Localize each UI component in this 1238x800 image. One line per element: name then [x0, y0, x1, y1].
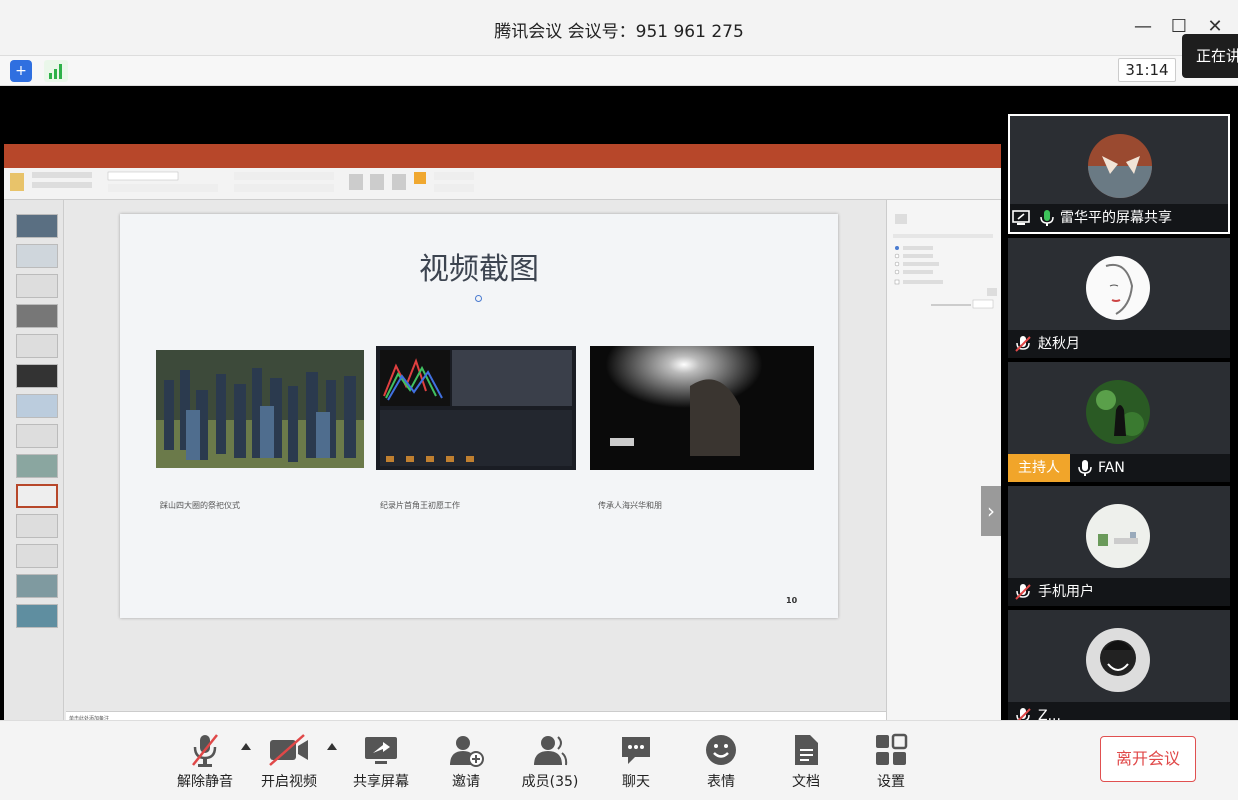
participant-tile-1[interactable]: 雷华平的屏幕共享 [1008, 114, 1230, 234]
participant-name: Z... [1038, 708, 1061, 720]
chat-button[interactable]: 聊天 [601, 733, 671, 793]
slide-thumb-6[interactable] [16, 364, 58, 388]
participant-namebar: 赵秋月 [1008, 330, 1230, 358]
ribbon-controls [10, 171, 474, 192]
meeting-timer: 31:14 [1118, 58, 1176, 82]
ppt-ribbon-tabs: 开始插入设计切换动画幻灯片放映审阅视图 [4, 158, 1001, 175]
participant-tile-4[interactable]: 手机用户 [1008, 486, 1230, 606]
chevron-right-icon[interactable]: › [981, 486, 1001, 536]
slide-thumb-4[interactable] [16, 304, 58, 328]
avatar [1088, 134, 1152, 198]
caption-3: 传承人海兴华和朋 [598, 501, 662, 510]
caption-1: 踩山四大圈的祭祀仪式 [160, 501, 240, 510]
emoji-button[interactable]: 表情 [686, 733, 756, 793]
powerpoint-window: 开始插入设计切换动画幻灯片放映审阅视图 [4, 144, 1001, 791]
participant-namebar: FAN [1070, 454, 1230, 482]
grid-icon [876, 733, 908, 765]
slide-thumb-14[interactable] [16, 604, 58, 628]
participant-namebar: 雷华平的屏幕共享 [1010, 204, 1228, 232]
meeting-toolbar: 解除静音 开启视频 共享屏幕 邀请 成员(35) 聊天 表情 文档 设置 离开会… [0, 720, 1238, 800]
title-bar: 腾讯会议 会议号：951 961 275 — ☐ ✕ [0, 0, 1238, 56]
ppt-ribbon [4, 168, 1001, 200]
slide-thumb-13[interactable] [16, 574, 58, 598]
window-title: 腾讯会议 会议号：951 961 275 [494, 22, 744, 42]
participant-namebar: 手机用户 [1008, 578, 1230, 606]
avatar [1086, 256, 1150, 320]
shared-screen: 开始插入设计切换动画幻灯片放映审阅视图 [0, 86, 1004, 791]
caption-2: 纪录片首角王初愿工作 [380, 501, 460, 510]
mic-muted-icon [1015, 336, 1031, 352]
shield-icon[interactable]: + [10, 60, 32, 82]
slide-canvas: 视频截图 踩山四大圈的祭祀仪式 纪录片首角王初愿工作 传承人海兴华和朋 10 [66, 200, 886, 710]
host-badge: 主持人 [1008, 454, 1070, 482]
add-user-icon [450, 736, 484, 767]
start-video-button[interactable]: 开启视频 [254, 733, 324, 793]
ritual-photo [156, 350, 364, 468]
participant-tile-3[interactable]: 主持人 FAN [1008, 362, 1230, 482]
chat-icon [622, 737, 650, 764]
mic-muted-icon [1016, 708, 1031, 720]
slide-thumb-3[interactable] [16, 274, 58, 298]
members-icon [534, 736, 568, 766]
mic-icon [1078, 460, 1092, 476]
slide-thumbnails[interactable] [4, 200, 64, 780]
invite-button[interactable]: 邀请 [431, 733, 501, 793]
screen-share-icon [1012, 210, 1030, 225]
share-screen-icon [365, 737, 397, 764]
speaking-indicator: 正在讲 [1182, 34, 1238, 78]
members-button[interactable]: 成员(35) [515, 733, 585, 793]
mic-muted-icon [1015, 584, 1031, 600]
slide-thumb-5[interactable] [16, 334, 58, 358]
leave-meeting-button[interactable]: 离开会议 [1100, 736, 1196, 782]
participant-name: FAN [1098, 460, 1125, 476]
participant-name: 雷华平的屏幕共享 [1060, 210, 1172, 226]
slide-thumb-8[interactable] [16, 424, 58, 448]
slide-thumb-11[interactable] [16, 514, 58, 538]
participant-tile-5[interactable]: Z... [1008, 610, 1230, 720]
avatar [1086, 380, 1150, 444]
slide-thumb-9[interactable] [16, 454, 58, 478]
settings-button[interactable]: 设置 [856, 733, 926, 793]
camera-off-icon [269, 734, 308, 766]
lamp-photo [590, 346, 814, 470]
share-screen-button[interactable]: 共享屏幕 [346, 733, 416, 793]
participant-tile-2[interactable]: 赵秋月 [1008, 238, 1230, 358]
participant-namebar: Z... [1008, 702, 1230, 720]
audio-options-icon[interactable] [241, 743, 251, 750]
slide-thumb-2[interactable] [16, 244, 58, 268]
docs-button[interactable]: 文档 [771, 733, 841, 793]
minimize-button[interactable]: — [1132, 16, 1154, 38]
slide-title: 视频截图 [419, 252, 539, 287]
format-pane-controls [893, 214, 997, 309]
slide-thumb-12[interactable] [16, 544, 58, 568]
slide-thumb-7[interactable] [16, 394, 58, 418]
ppt-title-bar [4, 144, 1001, 158]
slide-thumb-1[interactable] [16, 214, 58, 238]
document-icon [795, 735, 818, 765]
editing-photo [376, 346, 576, 470]
slide-page-number: 10 [786, 596, 798, 605]
avatar [1086, 628, 1150, 692]
participant-name: 赵秋月 [1038, 336, 1080, 352]
participant-list[interactable]: 雷华平的屏幕共享 赵秋月 主持人 FAN 手机用户 Z... [1004, 86, 1238, 720]
signal-icon[interactable] [44, 60, 68, 82]
video-options-icon[interactable] [327, 743, 337, 750]
mic-icon [1040, 210, 1054, 226]
current-slide: 视频截图 踩山四大圈的祭祀仪式 纪录片首角王初愿工作 传承人海兴华和朋 10 [120, 214, 838, 618]
slide-thumb-10[interactable] [16, 484, 58, 508]
slide-handle[interactable] [475, 295, 482, 302]
unmute-button[interactable]: 解除静音 [170, 733, 240, 793]
avatar [1086, 504, 1150, 568]
smiley-icon [706, 735, 736, 765]
mic-muted-icon [192, 734, 218, 767]
participant-name: 手机用户 [1038, 584, 1094, 600]
status-bar: + 31:14 [0, 56, 1238, 86]
